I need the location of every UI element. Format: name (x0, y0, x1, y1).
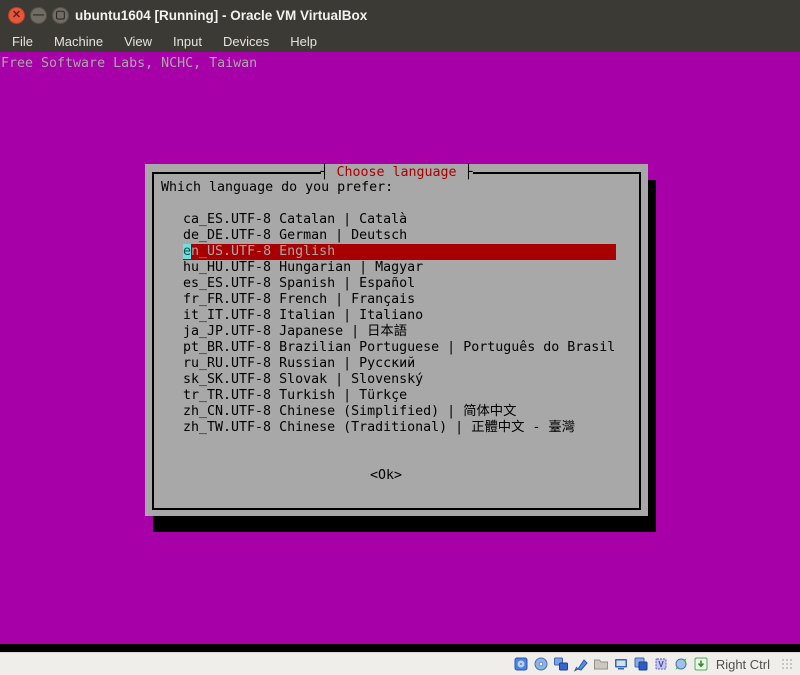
window-titlebar: ✕ — ▢ ubuntu1604 [Running] - Oracle VM V… (0, 0, 800, 30)
menubar: File Machine View Input Devices Help (0, 30, 800, 52)
language-option-es[interactable]: es_ES.UTF-8 Spanish | Español (183, 276, 616, 292)
language-option-zh-tw[interactable]: zh_TW.UTF-8 Chinese (Traditional) | 正體中文… (183, 420, 616, 436)
optical-disc-icon[interactable] (533, 656, 549, 672)
keyboard-capture-icon[interactable] (693, 656, 709, 672)
resize-grip[interactable] (780, 657, 794, 671)
language-list: ca_ES.UTF-8 Catalan | Català de_DE.UTF-8… (183, 212, 616, 436)
minimize-button[interactable]: — (30, 7, 47, 24)
text-cursor: e (183, 244, 191, 259)
language-option-it[interactable]: it_IT.UTF-8 Italian | Italiano (183, 308, 616, 324)
language-option-fr[interactable]: fr_FR.UTF-8 French | Français (183, 292, 616, 308)
dialog-title-text: Choose language (328, 165, 464, 180)
dialog-prompt: Which language do you prefer: (161, 180, 393, 196)
usb-icon[interactable] (573, 656, 589, 672)
vm-console-screen: Free Software Labs, NCHC, Taiwan ┤Choose… (0, 52, 800, 652)
title-left-tick: ┤ (320, 165, 328, 180)
title-right-tick: ├ (465, 165, 473, 180)
choose-language-dialog: ┤Choose language├ Which language do you … (145, 164, 648, 516)
menu-devices[interactable]: Devices (223, 34, 269, 49)
language-option-zh-cn[interactable]: zh_CN.UTF-8 Chinese (Simplified) | 简体中文 (183, 404, 616, 420)
language-option-ja[interactable]: ja_JP.UTF-8 Japanese | 日本語 (183, 324, 616, 340)
language-option-ru[interactable]: ru_RU.UTF-8 Russian | Русский (183, 356, 616, 372)
menu-machine[interactable]: Machine (54, 34, 103, 49)
console-letterbox (0, 644, 800, 652)
host-key-label: Right Ctrl (716, 657, 770, 672)
console-banner: Free Software Labs, NCHC, Taiwan (1, 56, 257, 72)
hard-disk-icon[interactable] (513, 656, 529, 672)
language-option-de[interactable]: de_DE.UTF-8 German | Deutsch (183, 228, 616, 244)
statusbar-icons: V (513, 656, 709, 672)
window-title: ubuntu1604 [Running] - Oracle VM Virtual… (75, 0, 367, 30)
language-option-hu[interactable]: hu_HU.UTF-8 Hungarian | Magyar (183, 260, 616, 276)
dialog-title: ┤Choose language├ (320, 165, 472, 181)
menu-view[interactable]: View (124, 34, 152, 49)
menu-help[interactable]: Help (290, 34, 317, 49)
svg-text:V: V (658, 660, 664, 669)
mouse-integration-icon[interactable] (673, 656, 689, 672)
display-icon[interactable] (613, 656, 629, 672)
language-option-sk[interactable]: sk_SK.UTF-8 Slovak | Slovenský (183, 372, 616, 388)
menu-file[interactable]: File (12, 34, 33, 49)
language-option-en-selected[interactable]: en_US.UTF-8 English (183, 244, 616, 260)
shared-folder-icon[interactable] (593, 656, 609, 672)
statusbar: V Right Ctrl (0, 652, 800, 675)
language-option-pt-br[interactable]: pt_BR.UTF-8 Brazilian Portuguese | Portu… (183, 340, 616, 356)
language-option-tr[interactable]: tr_TR.UTF-8 Turkish | Türkçe (183, 388, 616, 404)
network-icon[interactable] (553, 656, 569, 672)
selected-language-text: n_US.UTF-8 English (191, 244, 335, 259)
maximize-button[interactable]: ▢ (52, 7, 69, 24)
menu-input[interactable]: Input (173, 34, 202, 49)
ok-button[interactable]: <Ok> (370, 468, 402, 484)
video-capture-icon[interactable] (633, 656, 649, 672)
close-button[interactable]: ✕ (8, 7, 25, 24)
features-chip-icon[interactable]: V (653, 656, 669, 672)
language-option-ca[interactable]: ca_ES.UTF-8 Catalan | Català (183, 212, 616, 228)
